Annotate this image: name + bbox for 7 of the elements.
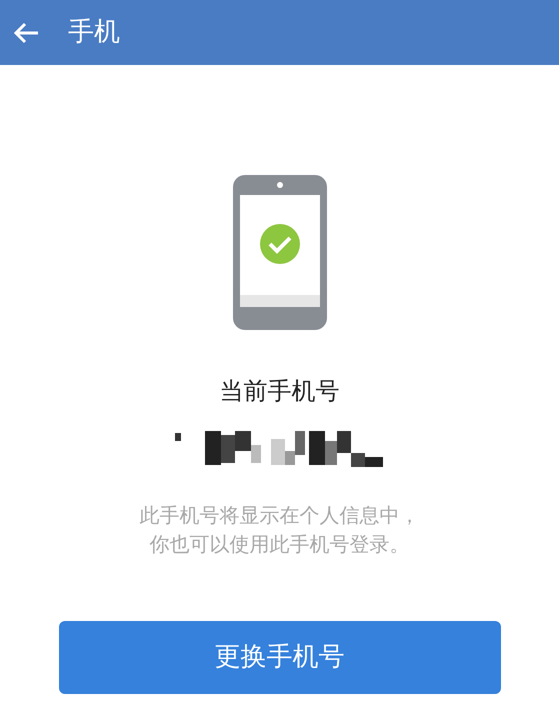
info-text: 你也可以使用此手机号登录。	[150, 531, 410, 558]
phone-check-icon	[232, 175, 326, 330]
change-number-button[interactable]: 更换手机号	[58, 621, 500, 694]
info-text: 此手机号将显示在个人信息中，	[140, 502, 420, 529]
page-title: 手机	[68, 16, 120, 49]
current-number-label: 当前手机号	[220, 376, 340, 407]
back-arrow-icon[interactable]	[12, 20, 40, 44]
